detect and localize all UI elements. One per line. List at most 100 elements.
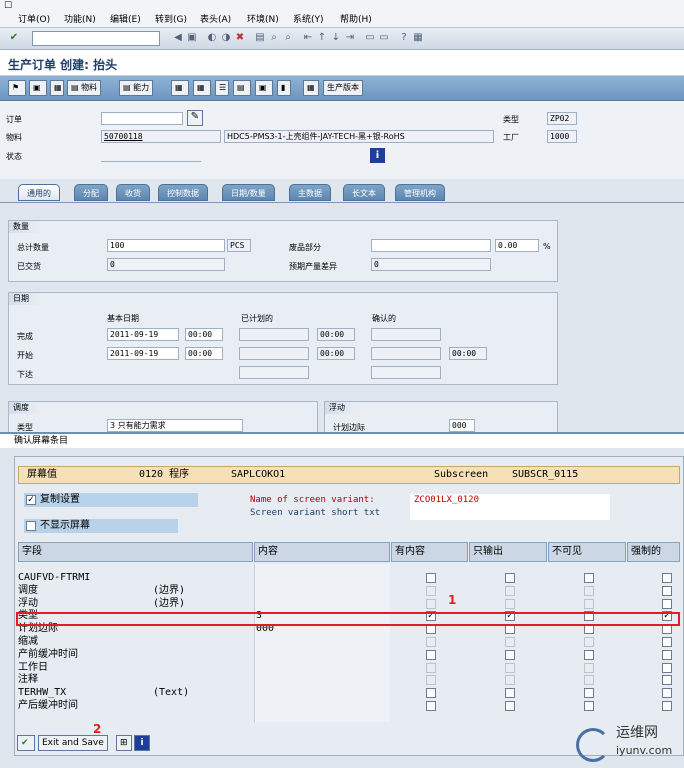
output-only-checkbox[interactable] (505, 573, 515, 583)
invisible-checkbox[interactable] (584, 598, 594, 609)
output-only-checkbox[interactable] (505, 637, 515, 647)
invisible-checkbox[interactable] (584, 675, 594, 686)
tab-long-text[interactable]: 长文本 (343, 184, 385, 201)
menu-help[interactable]: 帮助(H) (340, 12, 372, 25)
invisible-checkbox[interactable] (584, 649, 594, 660)
finish-time-field[interactable]: 00:00 (185, 328, 223, 341)
finish-date-field[interactable]: 2011-09-19 (107, 328, 179, 341)
print-icon[interactable]: ▤ (254, 32, 266, 44)
copy-settings-row[interactable]: ✓ 复制设置 (24, 493, 198, 507)
cancel-icon[interactable]: ✖ (234, 32, 246, 44)
has-content-checkbox[interactable] (426, 585, 436, 596)
help-icon[interactable]: ? (398, 32, 410, 44)
back-arrow-icon[interactable]: ◀ (172, 32, 184, 44)
required-checkbox[interactable] (662, 649, 672, 660)
operations-icon[interactable]: ▦ (171, 80, 189, 96)
type-field[interactable]: ZP02 (547, 112, 577, 125)
required-checkbox[interactable] (662, 598, 672, 609)
has-content-checkbox[interactable] (426, 688, 436, 699)
exit-and-save-button[interactable]: Exit and Save (38, 735, 108, 751)
output-only-checkbox[interactable] (505, 649, 515, 660)
document-icon[interactable]: ▮ (277, 80, 291, 96)
prev-page-icon[interactable]: ↑ (316, 32, 328, 44)
release-icon[interactable]: ⚑ (8, 80, 26, 96)
exit-icon[interactable]: ◑ (220, 32, 232, 44)
find-icon[interactable]: ⌕ (268, 32, 280, 44)
invisible-checkbox[interactable] (584, 573, 594, 583)
has-content-checkbox[interactable] (426, 701, 436, 711)
start-date-field[interactable]: 2011-09-19 (107, 347, 179, 360)
has-content-checkbox[interactable] (426, 598, 436, 609)
edit-icon[interactable]: ✎ (187, 110, 203, 126)
tab-goods-receipt[interactable]: 收货 (116, 184, 150, 201)
has-content-checkbox[interactable] (426, 662, 436, 673)
plant-field[interactable]: 1000 (547, 130, 577, 143)
back-icon[interactable]: ◐ (206, 32, 218, 44)
horizon-field[interactable]: 000 (449, 419, 475, 432)
production-version-button[interactable]: 生产版本 (323, 80, 363, 96)
invisible-checkbox[interactable] (584, 637, 594, 647)
output-only-checkbox[interactable] (505, 585, 515, 596)
menu-goto[interactable]: 转到(G) (155, 12, 187, 25)
release-status-icon[interactable]: ▣ (29, 80, 47, 96)
menu-environment[interactable]: 环境(N) (247, 12, 279, 25)
tab-admin[interactable]: 管理机构 (395, 184, 445, 201)
required-checkbox[interactable] (662, 637, 672, 647)
menu-order[interactable]: 订单(O) (18, 12, 50, 25)
hide-screen-row[interactable]: 不显示屏幕 (24, 519, 178, 533)
expand-icon[interactable]: ⊞ (116, 735, 132, 751)
first-page-icon[interactable]: ⇤ (302, 32, 314, 44)
sequences-icon[interactable]: ☰ (215, 80, 229, 96)
system-menu-icon[interactable]: ☐ (4, 1, 12, 11)
tab-control-data[interactable]: 控制数据 (158, 184, 208, 201)
variant-name-field[interactable]: ZCO01LX_0120 (410, 494, 610, 507)
new-session-icon[interactable]: ▭ (364, 32, 376, 44)
tab-assignment[interactable]: 分配 (74, 184, 108, 201)
menu-header[interactable]: 表头(A) (200, 12, 231, 25)
output-only-checkbox[interactable] (505, 675, 515, 686)
confirm-icon[interactable]: ✔ (17, 735, 35, 751)
invisible-checkbox[interactable] (584, 585, 594, 596)
variant-short-text-field[interactable] (410, 507, 610, 520)
invisible-checkbox[interactable] (584, 688, 594, 699)
layout-icon[interactable]: ▦ (412, 32, 424, 44)
has-content-checkbox[interactable] (426, 649, 436, 660)
scheduling-type-field[interactable]: 3 只有能力需求 (107, 419, 243, 432)
scrap-field[interactable] (371, 239, 491, 252)
menu-edit[interactable]: 编辑(E) (110, 12, 141, 25)
material-field[interactable]: 50700118 (101, 130, 221, 143)
command-field[interactable] (32, 31, 160, 46)
output-only-checkbox[interactable] (505, 598, 515, 609)
tab-dates-quantities[interactable]: 日期/数量 (222, 184, 275, 201)
invisible-checkbox[interactable] (584, 662, 594, 673)
has-content-checkbox[interactable] (426, 675, 436, 686)
output-only-checkbox[interactable] (505, 662, 515, 673)
tab-general[interactable]: 通用的 (18, 184, 60, 201)
required-checkbox[interactable] (662, 701, 672, 711)
shortcut-icon[interactable]: ▭ (378, 32, 390, 44)
required-checkbox[interactable] (662, 662, 672, 673)
components-icon[interactable]: ▦ (193, 80, 211, 96)
required-checkbox[interactable] (662, 573, 672, 583)
material-button[interactable]: ▤ 物料 (67, 80, 102, 96)
has-content-checkbox[interactable] (426, 573, 436, 583)
total-qty-field[interactable]: 100 (107, 239, 225, 252)
required-checkbox[interactable] (662, 688, 672, 699)
start-time-field[interactable]: 00:00 (185, 347, 223, 360)
order-field[interactable] (101, 112, 183, 125)
prt-icon[interactable]: ▤ (233, 80, 251, 96)
has-content-checkbox[interactable] (426, 637, 436, 647)
last-page-icon[interactable]: ⇥ (344, 32, 356, 44)
next-page-icon[interactable]: ↓ (330, 32, 342, 44)
grid-icon[interactable]: ▦ (303, 80, 319, 96)
find-next-icon[interactable]: ⌕ (282, 32, 294, 44)
scrap-pct-field[interactable]: 0.00 (495, 239, 539, 252)
enter-icon[interactable]: ✔ (8, 32, 20, 44)
menu-function[interactable]: 功能(N) (64, 12, 96, 25)
required-checkbox[interactable] (662, 585, 672, 596)
required-checkbox[interactable] (662, 675, 672, 686)
copy-settings-checkbox[interactable]: ✓ (26, 495, 36, 505)
hide-screen-checkbox[interactable] (26, 521, 36, 531)
output-only-checkbox[interactable] (505, 688, 515, 699)
tab-master-data[interactable]: 主数据 (289, 184, 331, 201)
